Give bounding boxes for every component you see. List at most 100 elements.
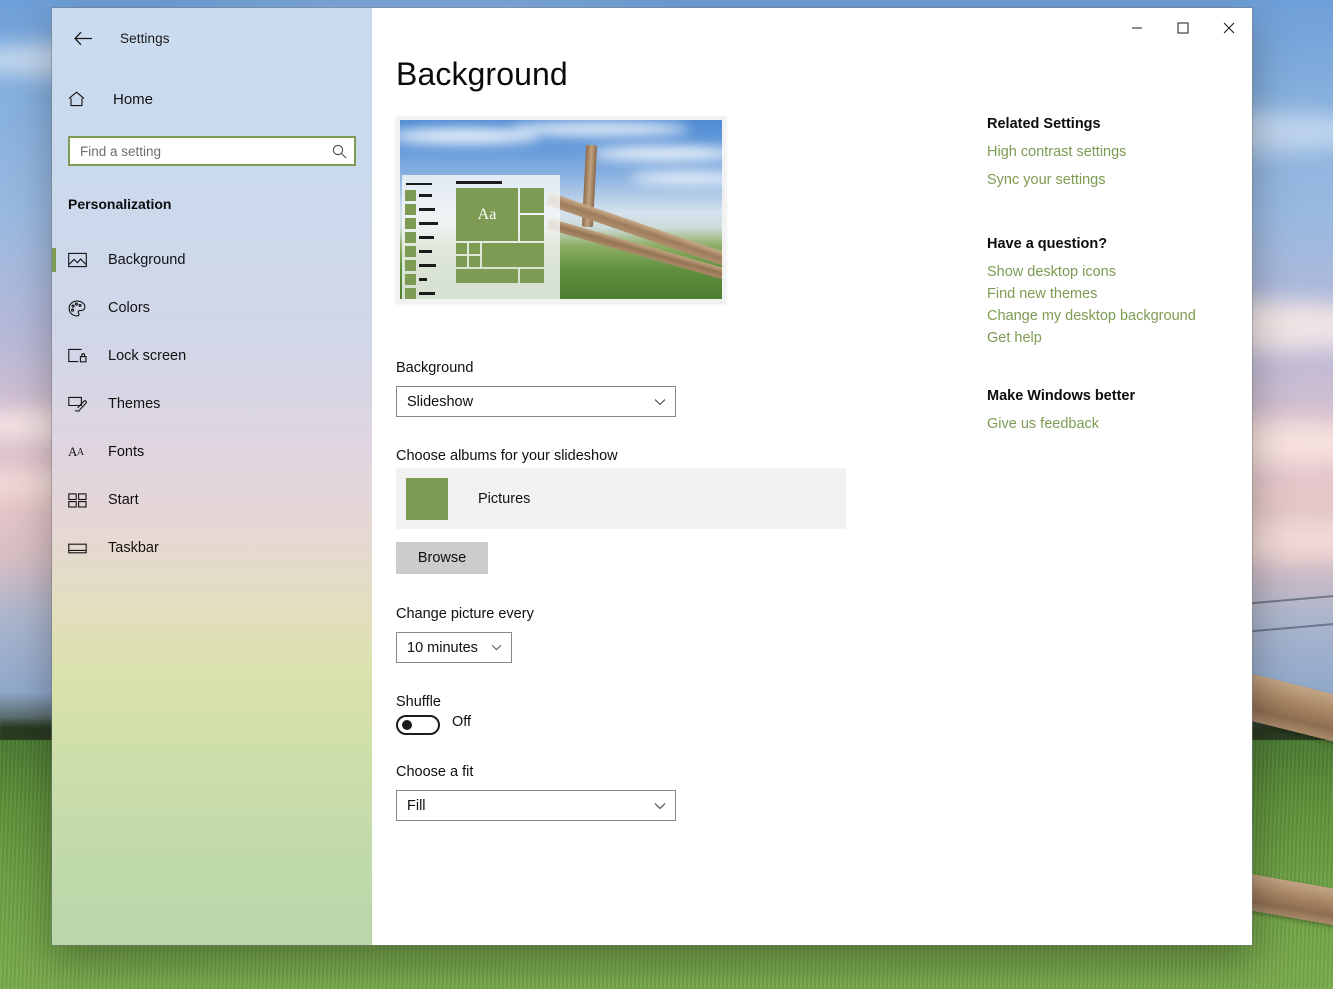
list-item	[405, 190, 454, 201]
sidebar-item-colors[interactable]: Colors	[52, 284, 372, 332]
list-item	[405, 246, 454, 257]
preview-photo: Aa	[400, 120, 722, 299]
brush-icon	[68, 396, 94, 413]
sidebar-item-taskbar[interactable]: Taskbar	[52, 524, 372, 572]
cloud-shape	[630, 172, 722, 184]
tile-group-header	[456, 181, 502, 184]
list-item	[405, 274, 454, 285]
home-icon	[68, 91, 98, 107]
sidebar-nav: Background Colors Lock screen Themes A A…	[52, 236, 372, 572]
browse-button[interactable]: Browse	[396, 542, 488, 574]
start-tile-grid: Aa	[454, 175, 560, 299]
background-dropdown[interactable]: Slideshow	[396, 386, 676, 417]
album-name: Pictures	[478, 490, 531, 507]
sidebar-item-label: Taskbar	[108, 540, 159, 556]
shuffle-label: Shuffle	[396, 694, 441, 710]
minimize-icon[interactable]	[1114, 8, 1160, 48]
link-give-us-feedback[interactable]: Give us feedback	[987, 416, 1099, 432]
app-title: Settings	[120, 30, 170, 46]
font-icon: AA	[68, 444, 84, 459]
fit-dropdown-value: Fill	[407, 797, 426, 814]
search-input[interactable]	[70, 138, 324, 164]
shuffle-state-label: Off	[452, 714, 472, 730]
sidebar-item-lock-screen[interactable]: Lock screen	[52, 332, 372, 380]
sidebar-item-label: Home	[113, 90, 154, 108]
search-box[interactable]	[68, 136, 356, 166]
fit-label: Choose a fit	[396, 764, 474, 780]
start-menu-mock: Aa	[402, 175, 560, 299]
related-settings-heading: Related Settings	[987, 116, 1101, 132]
related-settings-panel: Related Settings High contrast settings …	[987, 116, 1252, 444]
tile	[456, 243, 467, 254]
chevron-down-icon	[491, 644, 502, 651]
settings-window: Settings Home Person	[52, 8, 1252, 945]
link-change-my-desktop-background[interactable]: Change my desktop background	[987, 308, 1196, 324]
power-wire	[1240, 592, 1333, 606]
link-show-desktop-icons[interactable]: Show desktop icons	[987, 264, 1116, 280]
sidebar-item-background[interactable]: Background	[52, 236, 372, 284]
chevron-down-icon	[654, 802, 666, 810]
chevron-down-icon	[654, 398, 666, 406]
taskbar-icon	[68, 542, 94, 555]
titlebar-left: Settings	[52, 16, 372, 60]
fit-dropdown[interactable]: Fill	[396, 790, 676, 821]
sidebar-category-title: Personalization	[68, 196, 172, 212]
interval-dropdown-value: 10 minutes	[407, 639, 478, 656]
link-get-help[interactable]: Get help	[987, 330, 1042, 346]
close-icon[interactable]	[1206, 8, 1252, 48]
interval-dropdown[interactable]: 10 minutes	[396, 632, 512, 663]
list-item	[405, 288, 454, 299]
desktop-wallpaper: Settings Home Person	[0, 0, 1333, 989]
list-item	[405, 204, 454, 215]
settings-content: Background Aa Background Slideshow Choos…	[372, 8, 1252, 945]
sidebar-item-home[interactable]: Home	[52, 78, 372, 120]
start-app-list	[402, 175, 454, 299]
tile	[520, 215, 544, 241]
tile	[456, 269, 518, 283]
tile	[482, 243, 544, 267]
search-icon[interactable]	[324, 138, 354, 164]
sidebar-item-label: Start	[108, 492, 139, 508]
sidebar-item-label: Themes	[108, 396, 161, 412]
interval-label: Change picture every	[396, 606, 534, 622]
lock-screen-icon	[68, 348, 94, 364]
background-dropdown-value: Slideshow	[407, 393, 474, 410]
sidebar-item-start[interactable]: Start	[52, 476, 372, 524]
start-tiles-icon	[68, 492, 94, 508]
sidebar-item-label: Colors	[108, 300, 150, 316]
back-arrow-icon[interactable]	[66, 23, 100, 53]
page-title: Background	[396, 56, 568, 92]
sidebar-item-fonts[interactable]: AA Fonts	[52, 428, 372, 476]
settings-sidebar: Settings Home Person	[52, 8, 372, 945]
picture-icon	[68, 252, 94, 268]
make-windows-better-heading: Make Windows better	[987, 388, 1136, 404]
tile	[520, 269, 544, 283]
have-a-question-heading: Have a question?	[987, 236, 1108, 252]
maximize-icon[interactable]	[1160, 8, 1206, 48]
shuffle-toggle[interactable]	[396, 715, 440, 735]
cloud-shape	[590, 146, 722, 161]
albums-label: Choose albums for your slideshow	[396, 448, 618, 464]
link-find-new-themes[interactable]: Find new themes	[987, 286, 1097, 302]
tile	[469, 243, 480, 254]
album-thumbnail	[406, 477, 448, 520]
list-item	[405, 218, 454, 229]
tile	[469, 256, 480, 267]
link-high-contrast-settings[interactable]: High contrast settings	[987, 144, 1126, 160]
toggle-knob	[402, 720, 412, 730]
cloud-shape	[510, 122, 690, 136]
list-item	[405, 260, 454, 271]
list-item	[405, 181, 454, 187]
sidebar-item-label: Lock screen	[108, 348, 187, 364]
power-wire	[1240, 620, 1333, 634]
sidebar-item-themes[interactable]: Themes	[52, 380, 372, 428]
link-sync-your-settings[interactable]: Sync your settings	[987, 172, 1105, 188]
sidebar-item-label: Fonts	[108, 444, 145, 460]
album-list-item[interactable]: Pictures	[396, 468, 846, 529]
tile-aa-label: Aa	[477, 205, 497, 223]
sidebar-item-label: Background	[108, 252, 186, 268]
list-item	[405, 232, 454, 243]
tile	[520, 188, 544, 213]
